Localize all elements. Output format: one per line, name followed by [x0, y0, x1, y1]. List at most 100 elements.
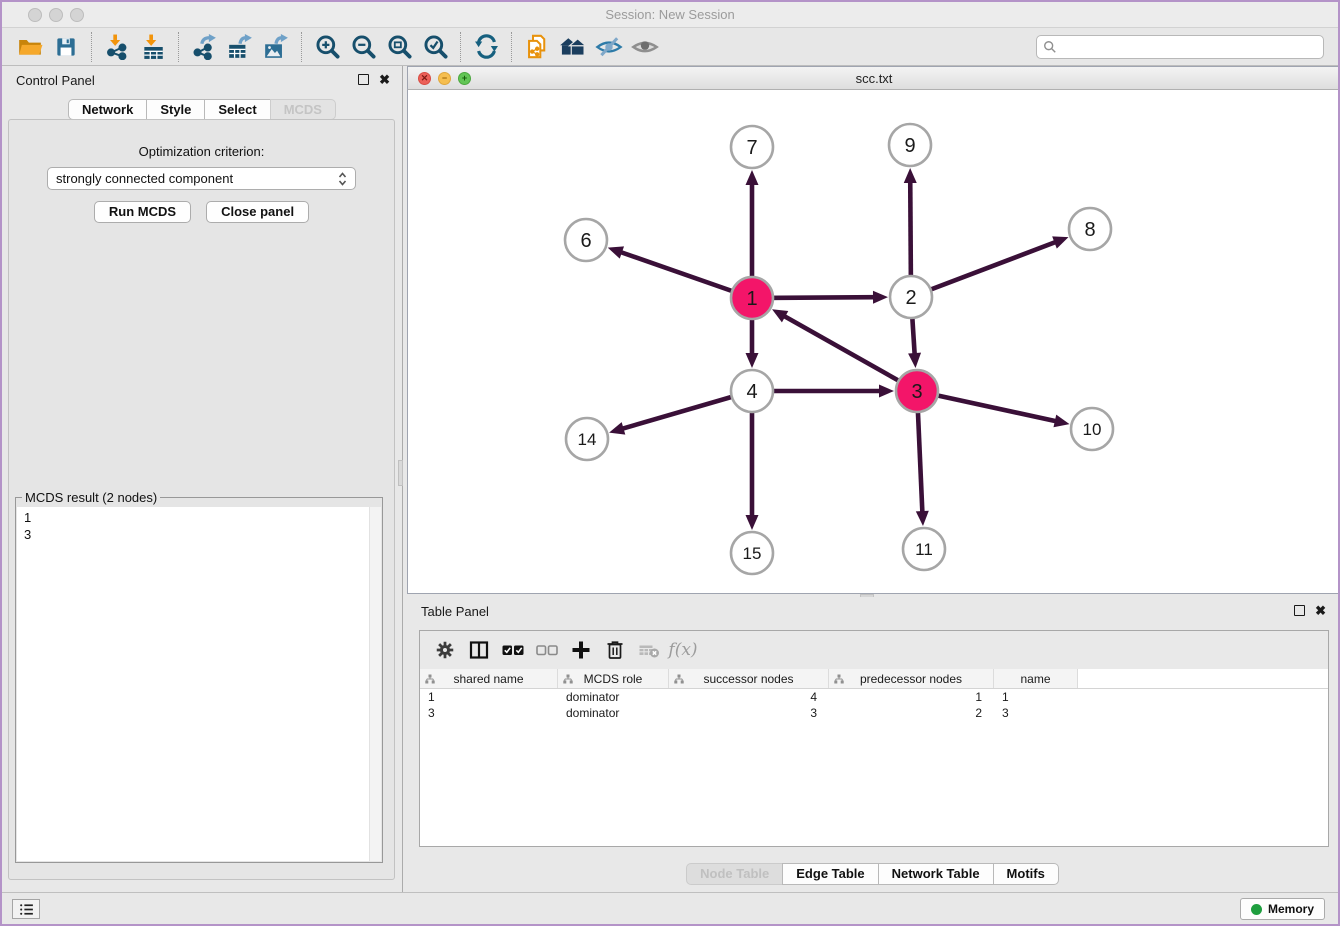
- export-image-icon: [263, 34, 289, 60]
- open-session-button[interactable]: [12, 31, 48, 63]
- split-panel-icon: [467, 638, 491, 662]
- add-column-button[interactable]: [564, 635, 598, 665]
- table-panel: Table Panel ✖: [407, 597, 1338, 892]
- tab-network[interactable]: Network: [68, 99, 147, 120]
- mcds-result-title: MCDS result (2 nodes): [22, 490, 160, 505]
- deselect-all-button[interactable]: [530, 635, 564, 665]
- save-session-button[interactable]: [48, 31, 84, 63]
- graph-edge-arrowhead: [746, 170, 759, 185]
- refresh-view-button[interactable]: [468, 31, 504, 63]
- memory-button[interactable]: Memory: [1240, 898, 1325, 920]
- column-type-icon: [425, 674, 435, 684]
- zoom-out-button[interactable]: [345, 31, 381, 63]
- search-box[interactable]: [1036, 35, 1324, 59]
- graph-edge-2-8[interactable]: [911, 242, 1056, 297]
- import-table-icon: [140, 34, 166, 60]
- graph-edge-arrowhead: [904, 168, 917, 183]
- zoom-in-icon: [314, 33, 341, 60]
- home-layout-button[interactable]: [555, 31, 591, 63]
- toolbar-separator: [91, 32, 92, 62]
- column-header-MCDS-role[interactable]: MCDS role: [558, 669, 669, 688]
- tab-edge-table[interactable]: Edge Table: [782, 863, 878, 885]
- column-header-shared-name[interactable]: shared name: [420, 669, 558, 688]
- export-image-button[interactable]: [258, 31, 294, 63]
- tab-node-table[interactable]: Node Table: [686, 863, 783, 885]
- zoom-selected-icon: [422, 33, 449, 60]
- table-cell: 4: [669, 689, 829, 705]
- graph-edge-arrowhead: [879, 385, 894, 398]
- float-table-panel-icon[interactable]: [1294, 605, 1305, 616]
- plus-icon: [569, 638, 593, 662]
- show-panel-button[interactable]: [627, 31, 663, 63]
- result-scrollbar[interactable]: [369, 507, 381, 861]
- tab-select[interactable]: Select: [204, 99, 270, 120]
- table-panel-title: Table Panel: [421, 604, 489, 619]
- export-table-button[interactable]: [222, 31, 258, 63]
- mcds-result-list[interactable]: 13: [17, 507, 369, 861]
- delete-column-button[interactable]: [598, 635, 632, 665]
- hide-panel-button[interactable]: [591, 31, 627, 63]
- tab-style[interactable]: Style: [146, 99, 205, 120]
- statusbar: Memory: [2, 892, 1338, 924]
- export-network-button[interactable]: [186, 31, 222, 63]
- float-panel-icon[interactable]: [358, 74, 369, 85]
- close-panel-icon[interactable]: ✖: [379, 74, 390, 85]
- toggle-panel-button[interactable]: [462, 635, 496, 665]
- zoom-in-button[interactable]: [309, 31, 345, 63]
- mcds-result-item[interactable]: 1: [24, 509, 362, 526]
- mcds-result-item[interactable]: 3: [24, 526, 362, 543]
- column-type-icon: [674, 674, 684, 684]
- titlebar: Session: New Session: [2, 2, 1338, 28]
- select-all-button[interactable]: [496, 635, 530, 665]
- network-window-titlebar[interactable]: ✕ − + scc.txt: [407, 66, 1340, 90]
- graph-node-label-2: 2: [905, 287, 916, 309]
- copy-view-button[interactable]: [519, 31, 555, 63]
- table-row[interactable]: 3dominator323: [420, 705, 1328, 721]
- zoom-fit-button[interactable]: [381, 31, 417, 63]
- network-canvas[interactable]: 7968124314101511: [407, 90, 1340, 594]
- network-graph[interactable]: 7968124314101511: [408, 90, 1338, 592]
- table-settings-button[interactable]: [428, 635, 462, 665]
- table-cell: 1: [994, 689, 1078, 705]
- table-cell: 1: [829, 689, 994, 705]
- graph-edge-arrowhead: [746, 515, 759, 530]
- function-builder-label: f(x): [668, 640, 697, 660]
- column-header-predecessor-nodes[interactable]: predecessor nodes: [829, 669, 994, 688]
- search-input[interactable]: [1062, 40, 1317, 54]
- vertical-splitter-grip[interactable]: [398, 460, 403, 486]
- graph-node-label-6: 6: [580, 230, 591, 252]
- toolbar-separator: [178, 32, 179, 62]
- column-header-successor-nodes[interactable]: successor nodes: [669, 669, 829, 688]
- import-network-button[interactable]: [99, 31, 135, 63]
- zoom-fit-icon: [386, 33, 413, 60]
- tab-mcds[interactable]: MCDS: [270, 99, 336, 120]
- open-folder-icon: [17, 34, 43, 60]
- export-network-icon: [191, 34, 217, 60]
- graph-edge-arrowhead: [916, 511, 929, 526]
- copy-view-icon: [524, 33, 551, 60]
- criterion-select[interactable]: strongly connected component: [47, 167, 356, 190]
- table-cell: dominator: [558, 689, 669, 705]
- show-panels-menu-button[interactable]: [12, 899, 40, 919]
- import-table-button[interactable]: [135, 31, 171, 63]
- zoom-selected-button[interactable]: [417, 31, 453, 63]
- close-panel-button[interactable]: Close panel: [206, 201, 309, 223]
- graph-node-label-14: 14: [578, 430, 597, 449]
- network-window-title: scc.txt: [408, 71, 1340, 86]
- gear-icon: [434, 639, 456, 661]
- select-stepper-icon: [338, 171, 347, 187]
- tab-motifs[interactable]: Motifs: [993, 863, 1059, 885]
- graph-node-label-11: 11: [915, 540, 933, 559]
- run-mcds-button[interactable]: Run MCDS: [94, 201, 191, 223]
- close-table-panel-icon[interactable]: ✖: [1315, 605, 1326, 616]
- table-cell: 3: [994, 705, 1078, 721]
- tab-network-table[interactable]: Network Table: [878, 863, 994, 885]
- application-window: Session: New Session: [0, 0, 1340, 926]
- graph-edge-3-1[interactable]: [783, 316, 917, 391]
- graph-node-label-4: 4: [746, 381, 757, 403]
- table-cell: dominator: [558, 705, 669, 721]
- table-row[interactable]: 1dominator411: [420, 689, 1328, 705]
- column-header-name[interactable]: name: [994, 669, 1078, 688]
- graph-edge-arrowhead: [609, 422, 625, 434]
- graph-node-label-9: 9: [904, 135, 915, 157]
